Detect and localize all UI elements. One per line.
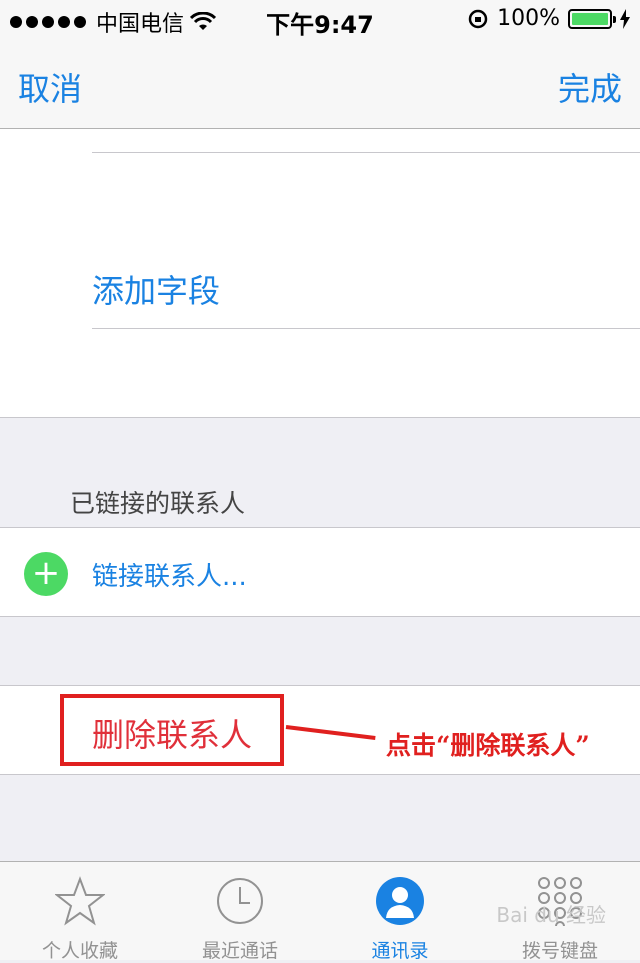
battery-icon xyxy=(568,8,616,29)
tab-label: 通讯录 xyxy=(371,940,429,962)
status-bar: 中国电信 下午9:47 100% xyxy=(0,0,640,40)
delete-contact-button[interactable]: 删除联系人 xyxy=(92,710,252,756)
clock-icon xyxy=(217,878,263,924)
rotation-lock-icon xyxy=(468,9,488,28)
cancel-button[interactable]: 取消 xyxy=(18,64,82,110)
star-icon xyxy=(55,876,105,926)
tab-contacts[interactable]: 通讯录 xyxy=(320,862,480,962)
charging-icon xyxy=(620,8,630,29)
tab-label: 拨号键盘 xyxy=(521,940,598,962)
contacts-icon xyxy=(376,877,424,925)
tab-bar: 个人收藏 最近通话 通讯录 拨号键盘 Bai du 经验 xyxy=(0,861,640,962)
tab-favorites[interactable]: 个人收藏 xyxy=(0,862,160,962)
tab-label: 最近通话 xyxy=(201,940,278,962)
navigation-bar: 取消 完成 xyxy=(0,40,640,129)
annotation-text: 点击“删除联系人” xyxy=(386,731,590,760)
tab-recents[interactable]: 最近通话 xyxy=(160,862,320,962)
linked-contacts-header: 已链接的联系人 xyxy=(70,489,246,518)
add-field-button[interactable]: 添加字段 xyxy=(92,266,220,312)
link-contact-row[interactable]: + 链接联系人... xyxy=(0,527,640,617)
watermark: Bai du 经验 xyxy=(496,903,606,927)
fields-section: 添加字段 xyxy=(0,129,640,418)
battery-percent: 100% xyxy=(497,6,560,31)
divider xyxy=(92,152,640,153)
done-button[interactable]: 完成 xyxy=(558,64,622,110)
divider xyxy=(92,328,640,329)
link-contact-button[interactable]: 链接联系人... xyxy=(92,556,247,593)
tab-label: 个人收藏 xyxy=(41,940,118,962)
add-circle-icon[interactable]: + xyxy=(24,552,68,596)
